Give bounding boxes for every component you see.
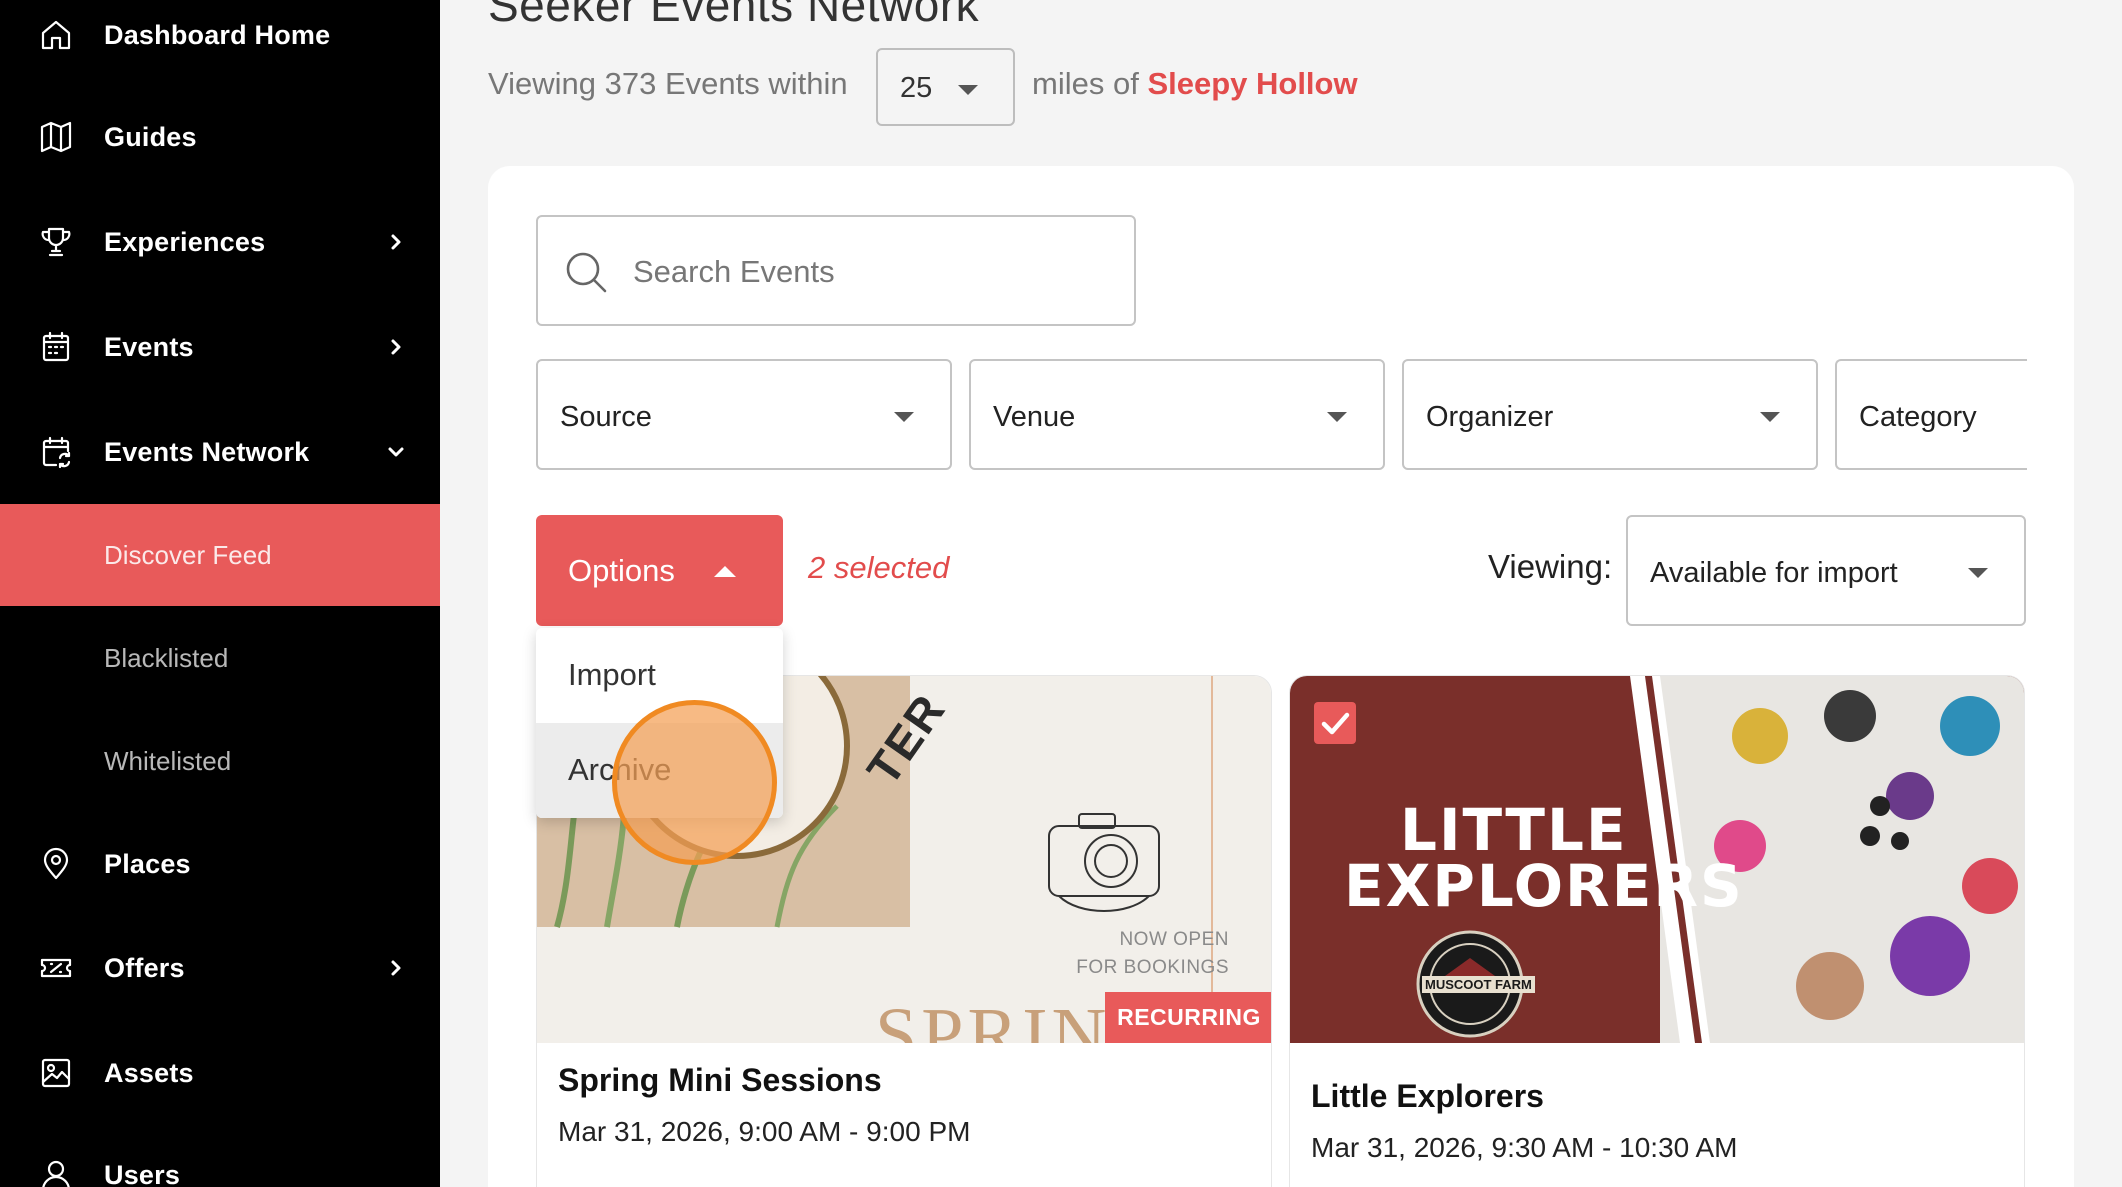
image-title-line-2: EXPLORERS (1344, 852, 1744, 920)
event-card-date: Mar 31, 2026, 9:00 AM - 9:00 PM (558, 1116, 971, 1147)
sidebar-subitem-label: Blacklisted (104, 642, 229, 673)
caret-up-icon (714, 566, 736, 577)
ticket-icon (38, 950, 74, 986)
sidebar-item-label: Places (104, 848, 191, 879)
filter-label: Venue (993, 401, 1076, 433)
menu-item-label: Archive (568, 752, 672, 787)
sidebar-item-dashboard-home[interactable]: Dashboard Home (0, 0, 440, 85)
caret-down-icon (1327, 412, 1347, 422)
options-menu: Import Archive (536, 628, 783, 818)
select-checkbox[interactable] (1314, 702, 1356, 744)
sidebar-item-offers[interactable]: Offers (0, 918, 440, 1018)
event-card-image: LITTLE EXPLORERS MUSCOOT FARM (1290, 676, 2024, 1043)
caret-down-icon (958, 85, 978, 95)
search-icon (564, 250, 608, 294)
caret-down-icon (894, 412, 914, 422)
trophy-icon (38, 224, 74, 260)
event-card-title: Spring Mini Sessions (558, 1062, 882, 1098)
home-icon (38, 17, 74, 53)
sidebar-subitem-label: Discover Feed (104, 539, 272, 570)
menu-item-archive[interactable]: Archive (536, 723, 783, 818)
sidebar-subitem-discover-feed[interactable]: Discover Feed (0, 504, 440, 606)
sidebar: Dashboard Home Guides Experiences Events… (0, 0, 440, 1187)
sidebar-subitem-blacklisted[interactable]: Blacklisted (0, 607, 440, 709)
image-icon (38, 1055, 74, 1091)
image-caption-line-1: NOW OPEN (1119, 929, 1229, 950)
image-seal-text: MUSCOOT FARM (1422, 976, 1535, 993)
filter-label: Organizer (1426, 401, 1554, 433)
category-filter[interactable]: Category (1835, 359, 2027, 470)
venue-filter[interactable]: Venue (969, 359, 1385, 470)
recurring-badge: RECURRING (1105, 992, 1271, 1043)
sidebar-subitem-whitelisted[interactable]: Whitelisted (0, 710, 440, 812)
sidebar-item-users[interactable]: Users (0, 1125, 440, 1187)
miles-suffix-text: miles of (1032, 66, 1139, 101)
chevron-right-icon (384, 335, 408, 359)
viewing-value: Available for import (1650, 557, 1898, 589)
menu-item-import[interactable]: Import (536, 628, 783, 723)
sidebar-item-label: Users (104, 1159, 181, 1187)
sidebar-item-label: Events (104, 331, 194, 362)
sidebar-item-label: Assets (104, 1057, 194, 1088)
map-pin-icon (38, 846, 74, 882)
event-card-date: Mar 31, 2026, 9:30 AM - 10:30 AM (1311, 1132, 1738, 1163)
caret-down-icon (1760, 412, 1780, 422)
location-line: miles of Sleepy Hollow (1032, 66, 1358, 102)
source-filter[interactable]: Source (536, 359, 952, 470)
location-link[interactable]: Sleepy Hollow (1147, 66, 1357, 101)
calendar-sync-icon (38, 434, 74, 470)
sidebar-item-events-network[interactable]: Events Network (0, 402, 440, 502)
image-headline-text: SPRIN (875, 993, 1111, 1043)
sidebar-item-label: Dashboard Home (104, 19, 331, 50)
app-root: Dashboard Home Guides Experiences Events… (0, 0, 2122, 1187)
chevron-down-icon (384, 440, 408, 464)
viewing-select[interactable]: Available for import (1626, 515, 2026, 626)
sidebar-item-assets[interactable]: Assets (0, 1023, 440, 1123)
caret-down-icon (1968, 568, 1988, 578)
miles-radius-value: 25 (900, 72, 933, 104)
sidebar-item-places[interactable]: Places (0, 814, 440, 914)
miles-radius-select[interactable]: 25 (876, 48, 1015, 126)
search-input[interactable]: Search Events (536, 215, 1136, 326)
viewing-label: Viewing: (1488, 548, 1613, 585)
chevron-right-icon (384, 956, 408, 980)
event-card-title: Little Explorers (1311, 1078, 1544, 1114)
sidebar-subitem-label: Whitelisted (104, 745, 232, 776)
sidebar-item-guides[interactable]: Guides (0, 87, 440, 187)
options-label: Options (568, 553, 675, 588)
map-icon (38, 119, 74, 155)
sidebar-item-label: Events Network (104, 436, 310, 467)
sidebar-item-experiences[interactable]: Experiences (0, 192, 440, 292)
sidebar-item-label: Guides (104, 121, 197, 152)
organizer-filter[interactable]: Organizer (1402, 359, 1818, 470)
chevron-right-icon (384, 230, 408, 254)
search-placeholder: Search Events (633, 254, 835, 289)
user-icon (38, 1157, 74, 1187)
filter-label: Source (560, 401, 652, 433)
filter-label: Category (1859, 401, 1977, 433)
page-title: Seeker Events Network (488, 0, 980, 31)
sidebar-item-events[interactable]: Events (0, 297, 440, 397)
event-card[interactable]: LITTLE EXPLORERS MUSCOOT FARM Little Exp… (1289, 675, 2025, 1187)
options-button[interactable]: Options (536, 515, 783, 626)
sidebar-item-label: Experiences (104, 226, 266, 257)
calendar-icon (38, 329, 74, 365)
events-count-text: Viewing 373 Events within (488, 66, 848, 101)
sidebar-item-label: Offers (104, 952, 185, 983)
image-caption-line-2: FOR BOOKINGS (1076, 957, 1229, 978)
menu-item-label: Import (568, 657, 656, 692)
selected-count: 2 selected (808, 550, 950, 585)
